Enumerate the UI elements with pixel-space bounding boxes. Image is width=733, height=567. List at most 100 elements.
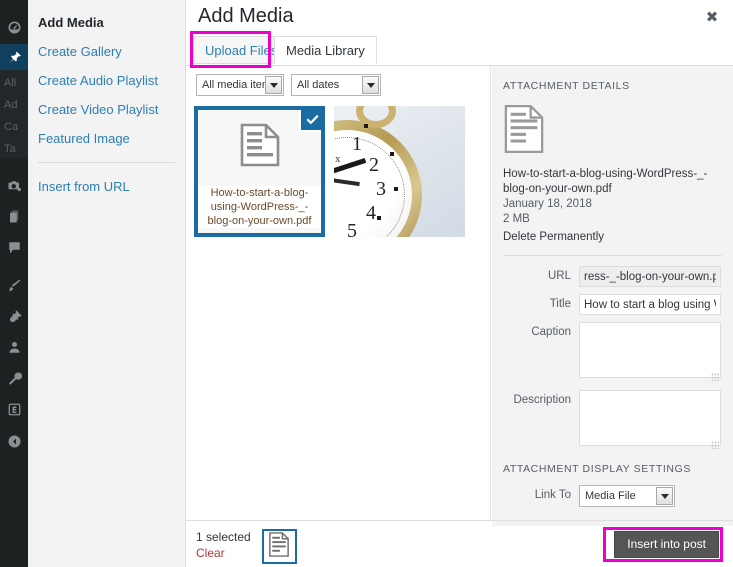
- description-label: Description: [513, 394, 571, 406]
- description-input[interactable]: [579, 390, 721, 446]
- document-icon: [268, 531, 290, 562]
- link-to-select[interactable]: Media File: [579, 485, 675, 507]
- sidebar-item-media[interactable]: [0, 172, 28, 198]
- sidebar-item-comments[interactable]: [0, 234, 28, 260]
- clock-tick: [364, 124, 368, 128]
- paintbrush-icon: [7, 278, 22, 293]
- chevron-down-icon: [265, 76, 282, 94]
- media-menu-divider: [38, 162, 175, 163]
- detail-filesize: 2 MB: [503, 213, 530, 225]
- detail-date: January 18, 2018: [503, 198, 592, 210]
- clock-partial-text: x: [335, 153, 341, 165]
- attachment-item-pdf[interactable]: How-to-start-a-blog-using-WordPress-_-bl…: [194, 106, 325, 237]
- title-input[interactable]: [579, 294, 721, 315]
- date-filter-value: All dates: [297, 79, 340, 91]
- insert-into-post-button[interactable]: Insert into post: [614, 531, 719, 558]
- link-to-value: Media File: [585, 490, 636, 502]
- detail-filename: How-to-start-a-blog-using-WordPress-_-bl…: [503, 168, 708, 195]
- gauge-icon: [7, 20, 22, 35]
- modal-content: All media items All dates How-to-start-a…: [186, 65, 733, 521]
- wp-admin-sidebar: All Ad Ca Ta: [0, 0, 28, 567]
- link-to-field-row: Link To Media File: [503, 485, 722, 507]
- clock-tick: [377, 216, 381, 220]
- attachment-filename: How-to-start-a-blog-using-WordPress-_-bl…: [198, 186, 321, 228]
- media-modal-menu: Add Media Create Gallery Create Audio Pl…: [28, 0, 186, 567]
- display-settings-heading: ATTACHMENT DISPLAY SETTINGS: [503, 463, 691, 475]
- modal-tabs: Upload Files Media Library: [186, 33, 733, 65]
- pages-icon: [7, 209, 22, 224]
- sidebar-item-settings[interactable]: [0, 396, 28, 422]
- media-menu-item-create-gallery[interactable]: Create Gallery: [28, 37, 185, 66]
- submenu-add-new[interactable]: Ad: [0, 94, 28, 116]
- sidebar-item-posts[interactable]: [0, 44, 28, 70]
- sidebar-item-users[interactable]: [0, 334, 28, 360]
- selected-attachment-thumbnail[interactable]: [261, 529, 297, 564]
- chevron-down-icon: [656, 487, 673, 505]
- caption-label: Caption: [531, 326, 571, 338]
- add-media-screen: All Ad Ca Ta Add Media Create Gallery Cr…: [0, 0, 733, 567]
- media-menu-item-create-audio-playlist[interactable]: Create Audio Playlist: [28, 66, 185, 95]
- plug-icon: [7, 309, 22, 324]
- caption-input[interactable]: [579, 322, 721, 378]
- add-media-modal: Add Media ✖ Upload Files Media Library A…: [186, 0, 733, 567]
- sidebar-item-dashboard[interactable]: [0, 14, 28, 40]
- clock-numeral-4: 4: [366, 202, 376, 224]
- checkmark-icon[interactable]: [299, 110, 321, 132]
- sidebar-item-appearance[interactable]: [0, 272, 28, 298]
- attachment-details-heading: ATTACHMENT DETAILS: [503, 80, 630, 92]
- media-menu-item-featured-image[interactable]: Featured Image: [28, 124, 185, 153]
- url-label: URL: [547, 270, 571, 282]
- wrench-icon: [7, 371, 22, 386]
- settings-icon: [7, 402, 22, 417]
- title-field-row: Title: [503, 294, 722, 315]
- sidebar-item-plugins[interactable]: [0, 303, 28, 329]
- clock-tick: [390, 152, 394, 156]
- sidebar-item-pages[interactable]: [0, 203, 28, 229]
- selected-count: 1 selected: [196, 530, 251, 544]
- attachments-grid: How-to-start-a-blog-using-WordPress-_-bl…: [194, 106, 484, 237]
- caption-field-row: Caption: [503, 322, 722, 383]
- sidebar-item-collapse-menu[interactable]: [0, 428, 28, 454]
- page-title: Add Media: [198, 5, 294, 27]
- attachment-details-sidebar: ATTACHMENT DETAILS How-to-start-a-blog-u…: [492, 66, 733, 521]
- clock-numeral-2: 2: [369, 154, 379, 176]
- clock-numeral-5: 5: [347, 220, 357, 237]
- clock-numeral-1: 1: [352, 133, 362, 155]
- pin-icon: [7, 50, 22, 65]
- url-input[interactable]: [579, 266, 721, 287]
- media-menu-item-insert-from-url[interactable]: Insert from URL: [28, 172, 185, 201]
- collapse-arrow-icon: [7, 434, 22, 449]
- attachment-details-row: [503, 104, 722, 159]
- modal-title-bar: Add Media ✖: [186, 0, 733, 32]
- document-icon: [503, 104, 551, 159]
- attachment-item-image[interactable]: x 1 2 3 4 5: [334, 106, 465, 237]
- selection-summary: 1 selected Clear: [196, 529, 297, 564]
- submenu-all-posts[interactable]: All: [0, 72, 28, 94]
- sidebar-item-tools[interactable]: [0, 365, 28, 391]
- tab-media-library[interactable]: Media Library: [274, 36, 377, 64]
- clock-numeral-3: 3: [376, 178, 386, 200]
- sidebar-divider: [503, 255, 722, 256]
- delete-permanently-link[interactable]: Delete Permanently: [503, 229, 604, 245]
- media-type-filter[interactable]: All media items: [196, 74, 284, 96]
- date-filter[interactable]: All dates: [291, 74, 381, 96]
- camera-icon: [7, 178, 22, 193]
- link-to-label: Link To: [534, 489, 571, 501]
- url-field-row: URL: [503, 266, 722, 287]
- attachments-toolbar: All media items All dates: [196, 74, 381, 96]
- clock-tick: [394, 187, 398, 191]
- title-label: Title: [549, 298, 571, 310]
- chevron-down-icon: [362, 76, 379, 94]
- attachments-pane: All media items All dates How-to-start-a…: [186, 66, 491, 521]
- submenu-tags[interactable]: Ta: [0, 138, 28, 160]
- footer-sidebar-strip: [492, 521, 733, 526]
- close-icon[interactable]: ✖: [700, 5, 724, 29]
- clear-selection-link[interactable]: Clear: [196, 545, 251, 561]
- description-field-row: Description: [503, 390, 722, 451]
- attachment-meta-block: How-to-start-a-blog-using-WordPress-_-bl…: [503, 167, 722, 245]
- submenu-categories[interactable]: Ca: [0, 116, 28, 138]
- media-menu-item-create-video-playlist[interactable]: Create Video Playlist: [28, 95, 185, 124]
- selection-info: 1 selected Clear: [196, 529, 251, 561]
- user-icon: [7, 340, 22, 355]
- media-menu-item-add-media[interactable]: Add Media: [28, 8, 185, 37]
